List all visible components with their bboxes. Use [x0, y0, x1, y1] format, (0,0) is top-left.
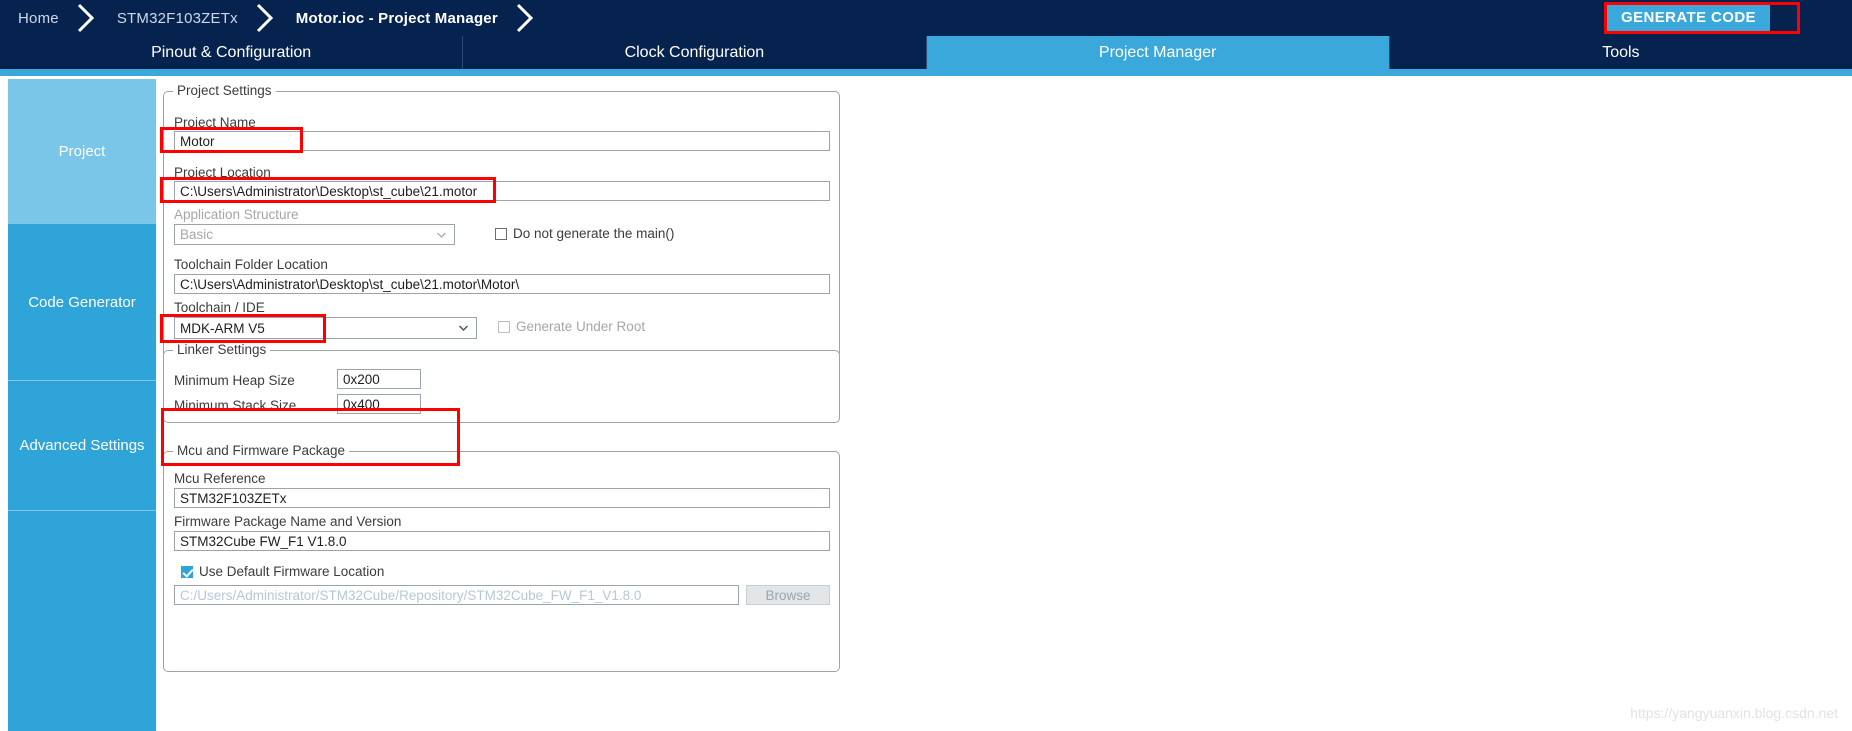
tab-tools[interactable]: Tools: [1390, 36, 1852, 69]
mcu-reference-input[interactable]: STM32F103ZETx: [174, 488, 830, 508]
mcu-reference-label: Mcu Reference: [174, 471, 266, 486]
project-location-label: Project Location: [174, 165, 271, 180]
firmware-package-label: Firmware Package Name and Version: [174, 514, 402, 529]
minimum-stack-size-input[interactable]: 0x400: [337, 394, 421, 414]
firmware-package-input[interactable]: STM32Cube FW_F1 V1.8.0: [174, 531, 830, 551]
tab-clock-configuration[interactable]: Clock Configuration: [463, 36, 927, 69]
breadcrumb-item-home[interactable]: Home: [0, 0, 73, 36]
do-not-generate-main-label: Do not generate the main(): [513, 226, 675, 241]
toolchain-ide-label: Toolchain / IDE: [174, 300, 265, 315]
tab-project-manager[interactable]: Project Manager: [926, 36, 1390, 69]
firmware-location-input: C:/Users/Administrator/STM32Cube/Reposit…: [174, 585, 739, 605]
application-structure-value: Basic: [180, 227, 214, 242]
chevron-right-icon: [73, 0, 99, 36]
project-settings-title: Project Settings: [173, 83, 276, 98]
toolchain-folder-label: Toolchain Folder Location: [174, 257, 328, 272]
chevron-right-icon: [252, 0, 278, 36]
breadcrumb-label: Motor.ioc - Project Manager: [295, 9, 498, 27]
watermark: https://yangyuanxin.blog.csdn.net: [1630, 705, 1838, 721]
main-tab-bar: Pinout & Configuration Clock Configurati…: [0, 36, 1852, 69]
sidebar-item-label: Code Generator: [28, 293, 136, 311]
sidebar-item-label: Advanced Settings: [19, 437, 145, 454]
project-name-input[interactable]: Motor: [174, 131, 830, 151]
minimum-heap-size-label: Minimum Heap Size: [174, 373, 295, 388]
sidebar-item-project[interactable]: Project: [8, 79, 156, 224]
project-name-label: Project Name: [174, 115, 256, 130]
toolchain-ide-value: MDK-ARM V5: [180, 320, 265, 336]
use-default-firmware-location-label: Use Default Firmware Location: [199, 564, 385, 579]
linker-settings-title: Linker Settings: [173, 342, 271, 357]
checkbox-box: [498, 320, 510, 333]
sidebar-item-advanced-settings[interactable]: Advanced Settings: [8, 381, 156, 511]
tab-pinout-configuration[interactable]: Pinout & Configuration: [0, 36, 464, 69]
sidebar-item-label: Project: [58, 142, 106, 160]
chevron-right-icon: [512, 0, 538, 36]
application-structure-select[interactable]: Basic: [174, 224, 455, 245]
generate-under-root-checkbox: Generate Under Root: [498, 319, 645, 334]
mcu-firmware-title: Mcu and Firmware Package: [173, 443, 350, 458]
breadcrumb-item-mcu[interactable]: STM32F103ZETx: [99, 0, 252, 36]
project-location-input[interactable]: C:\Users\Administrator\Desktop\st_cube\2…: [174, 181, 830, 201]
toolchain-folder-input[interactable]: C:\Users\Administrator\Desktop\st_cube\2…: [174, 274, 830, 294]
breadcrumb-item-current[interactable]: Motor.ioc - Project Manager: [278, 0, 512, 36]
use-default-firmware-location-checkbox[interactable]: Use Default Firmware Location: [181, 564, 384, 579]
browse-button: Browse: [746, 585, 830, 605]
generate-under-root-label: Generate Under Root: [516, 319, 646, 334]
toolchain-ide-select[interactable]: MDK-ARM V5: [174, 317, 477, 339]
sidebar-filler: [8, 511, 156, 731]
tab-underline: [0, 69, 1852, 76]
minimum-heap-size-input[interactable]: 0x200: [337, 369, 421, 389]
sidebar: Project Code Generator Advanced Settings: [8, 79, 156, 731]
breadcrumb-bar: Home STM32F103ZETx Motor.ioc - Project M…: [0, 0, 1852, 36]
chevron-down-icon: [458, 323, 469, 334]
application-structure-label: Application Structure: [174, 207, 299, 222]
breadcrumb-label: Home: [18, 9, 59, 27]
chevron-down-icon: [436, 229, 447, 240]
minimum-stack-size-label: Minimum Stack Size: [174, 398, 297, 413]
breadcrumb-label: STM32F103ZETx: [116, 9, 238, 27]
generate-code-button[interactable]: GENERATE CODE: [1607, 4, 1770, 31]
sidebar-item-code-generator[interactable]: Code Generator: [8, 224, 156, 381]
checkbox-box: [495, 227, 507, 240]
do-not-generate-main-checkbox[interactable]: Do not generate the main(): [495, 226, 674, 241]
checkbox-box: [181, 565, 193, 578]
